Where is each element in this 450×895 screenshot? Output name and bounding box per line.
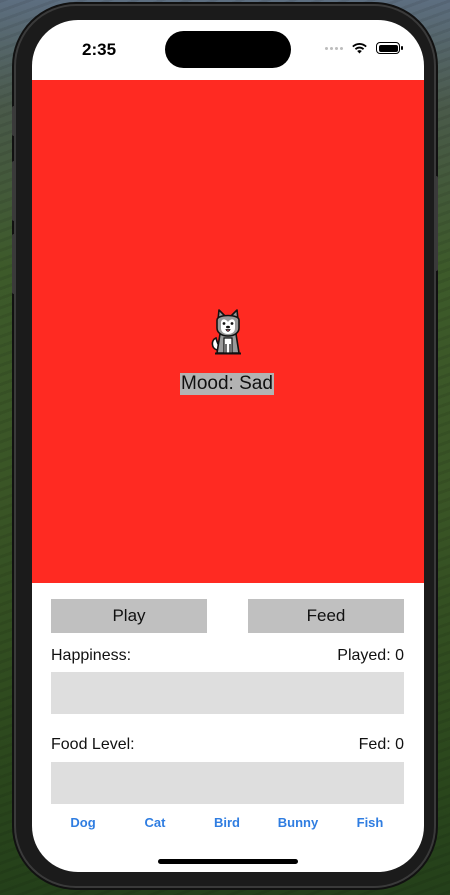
status-bar: 2:35 bbox=[32, 20, 424, 80]
mood-label: Mood: Sad bbox=[180, 373, 274, 395]
food-level-label: Food Level: bbox=[51, 736, 135, 753]
volume-up-button bbox=[12, 161, 16, 221]
action-button bbox=[12, 106, 16, 136]
husky-dog-icon bbox=[211, 309, 241, 355]
wifi-icon bbox=[352, 42, 367, 54]
played-count: Played: 0 bbox=[337, 647, 404, 664]
tab-fish[interactable]: Fish bbox=[357, 815, 384, 830]
power-button bbox=[434, 176, 438, 271]
tab-cat[interactable]: Cat bbox=[145, 815, 166, 830]
happiness-label: Happiness: bbox=[51, 647, 132, 664]
food-level-bar bbox=[51, 762, 404, 804]
tab-bird[interactable]: Bird bbox=[214, 815, 240, 830]
tab-dog[interactable]: Dog bbox=[70, 815, 95, 830]
home-indicator[interactable] bbox=[158, 859, 298, 864]
battery-icon bbox=[376, 42, 403, 54]
feed-button[interactable]: Feed bbox=[248, 599, 404, 633]
pet-display-area: Mood: Sad bbox=[32, 80, 424, 583]
dynamic-island bbox=[165, 31, 291, 68]
status-time: 2:35 bbox=[82, 40, 117, 59]
play-button[interactable]: Play bbox=[51, 599, 207, 633]
pet-type-tabs: Dog Cat Bird Bunny Fish bbox=[32, 815, 424, 837]
tab-bunny[interactable]: Bunny bbox=[278, 815, 318, 830]
fed-count: Fed: 0 bbox=[358, 736, 404, 753]
cellular-signal-icon bbox=[325, 46, 343, 50]
volume-down-button bbox=[12, 234, 16, 294]
status-icons bbox=[325, 42, 403, 54]
happiness-bar bbox=[51, 672, 404, 714]
app-screen: 2:35 Mood: Sad Play Feed Happiness: Play… bbox=[32, 20, 424, 872]
